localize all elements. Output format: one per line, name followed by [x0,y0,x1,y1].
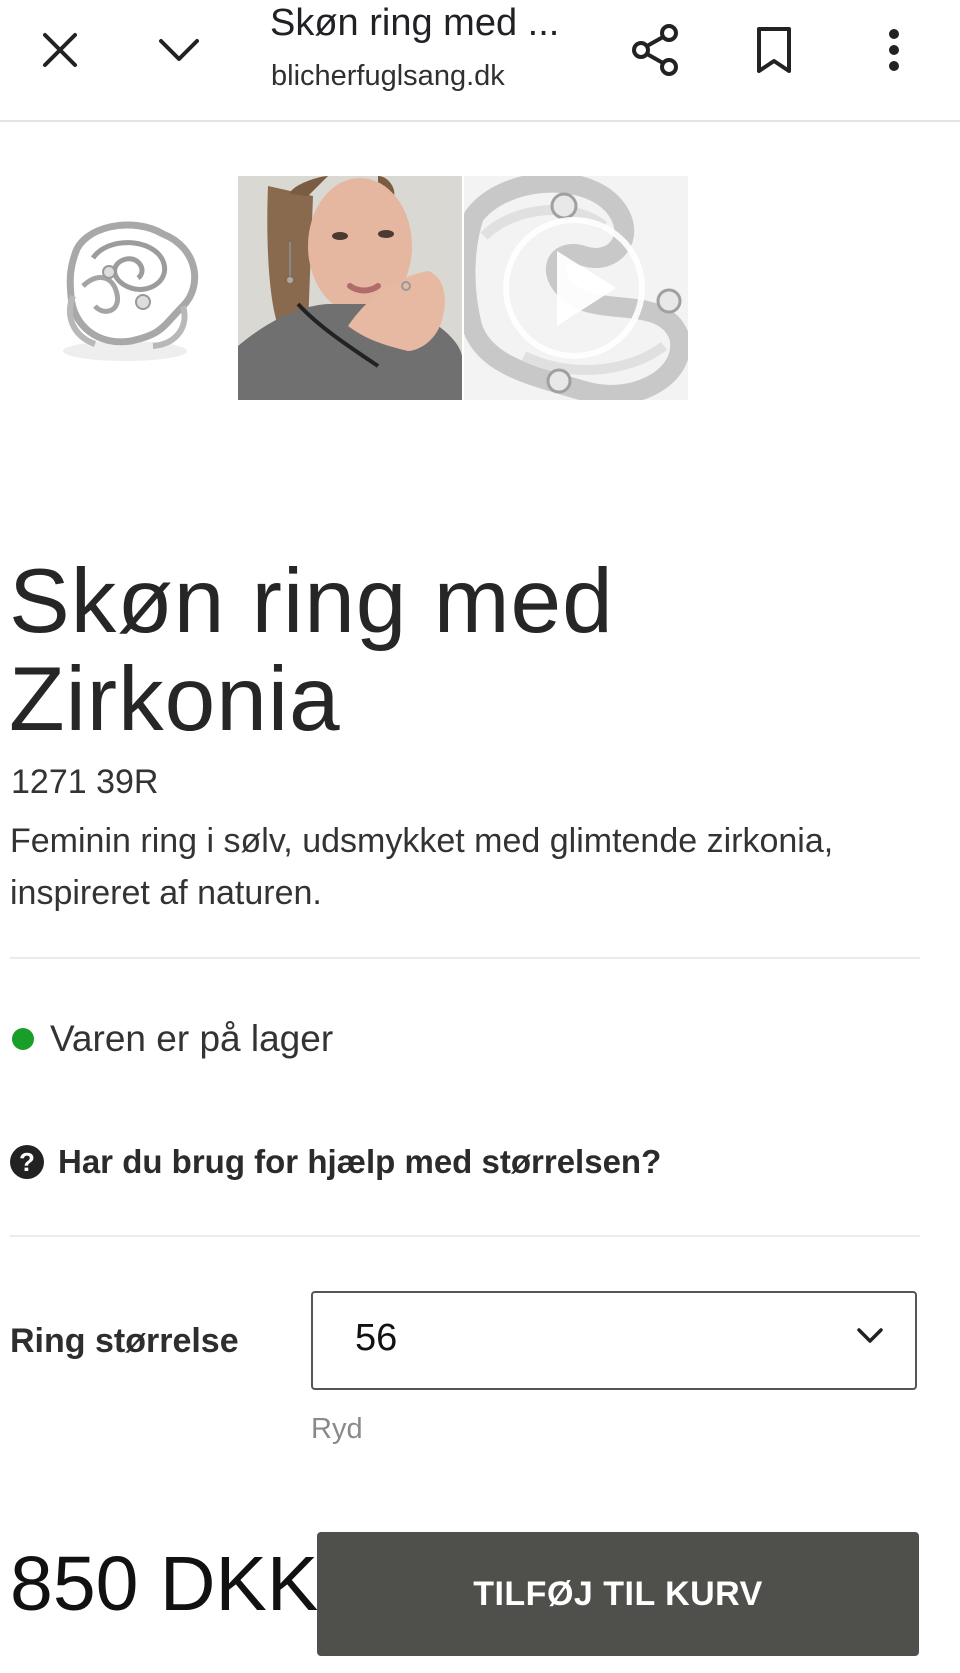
bookmark-icon[interactable] [746,22,802,78]
ring-size-label: Ring størrelse [10,1322,239,1360]
size-help-link[interactable]: ? Har du brug for hjælp med størrelsen? [10,1143,661,1181]
stock-status: Varen er på lager [12,1018,333,1060]
product-price: 850 DKK [10,1541,319,1627]
product-title: Skøn ring med Zirkonia [9,551,614,750]
chevron-down-icon[interactable] [151,22,207,78]
ring-size-value: 56 [355,1317,398,1359]
browser-top-bar: Skøn ring med ... blicherfuglsang.dk [0,0,960,122]
ring-size-select[interactable]: 56 [311,1291,917,1390]
chevron-down-icon [855,1325,885,1352]
product-description: Feminin ring i sølv, udsmykket med glimt… [10,822,834,912]
clear-link[interactable]: Ryd [311,1413,363,1446]
question-circle-icon: ? [10,1145,44,1179]
product-sku: 1271 39R [11,763,159,801]
divider [10,1235,920,1237]
stock-status-text: Varen er på lager [50,1018,334,1059]
ring-product-image[interactable] [13,176,237,400]
ring-closeup-video[interactable] [464,176,688,400]
size-help-text: Har du brug for hjælp med størrelsen? [58,1143,662,1180]
add-to-cart-button[interactable]: TILFØJ TIL KURV [317,1532,919,1656]
page-title: Skøn ring med ... [270,2,560,44]
share-icon[interactable] [627,22,683,78]
page-url: blicherfuglsang.dk [271,60,505,92]
divider [10,957,920,959]
in-stock-dot-icon [12,1028,34,1050]
more-vert-icon[interactable] [866,22,922,78]
product-gallery [0,176,960,402]
close-icon[interactable] [32,22,88,78]
model-wearing-jewelry-image[interactable] [238,176,462,400]
